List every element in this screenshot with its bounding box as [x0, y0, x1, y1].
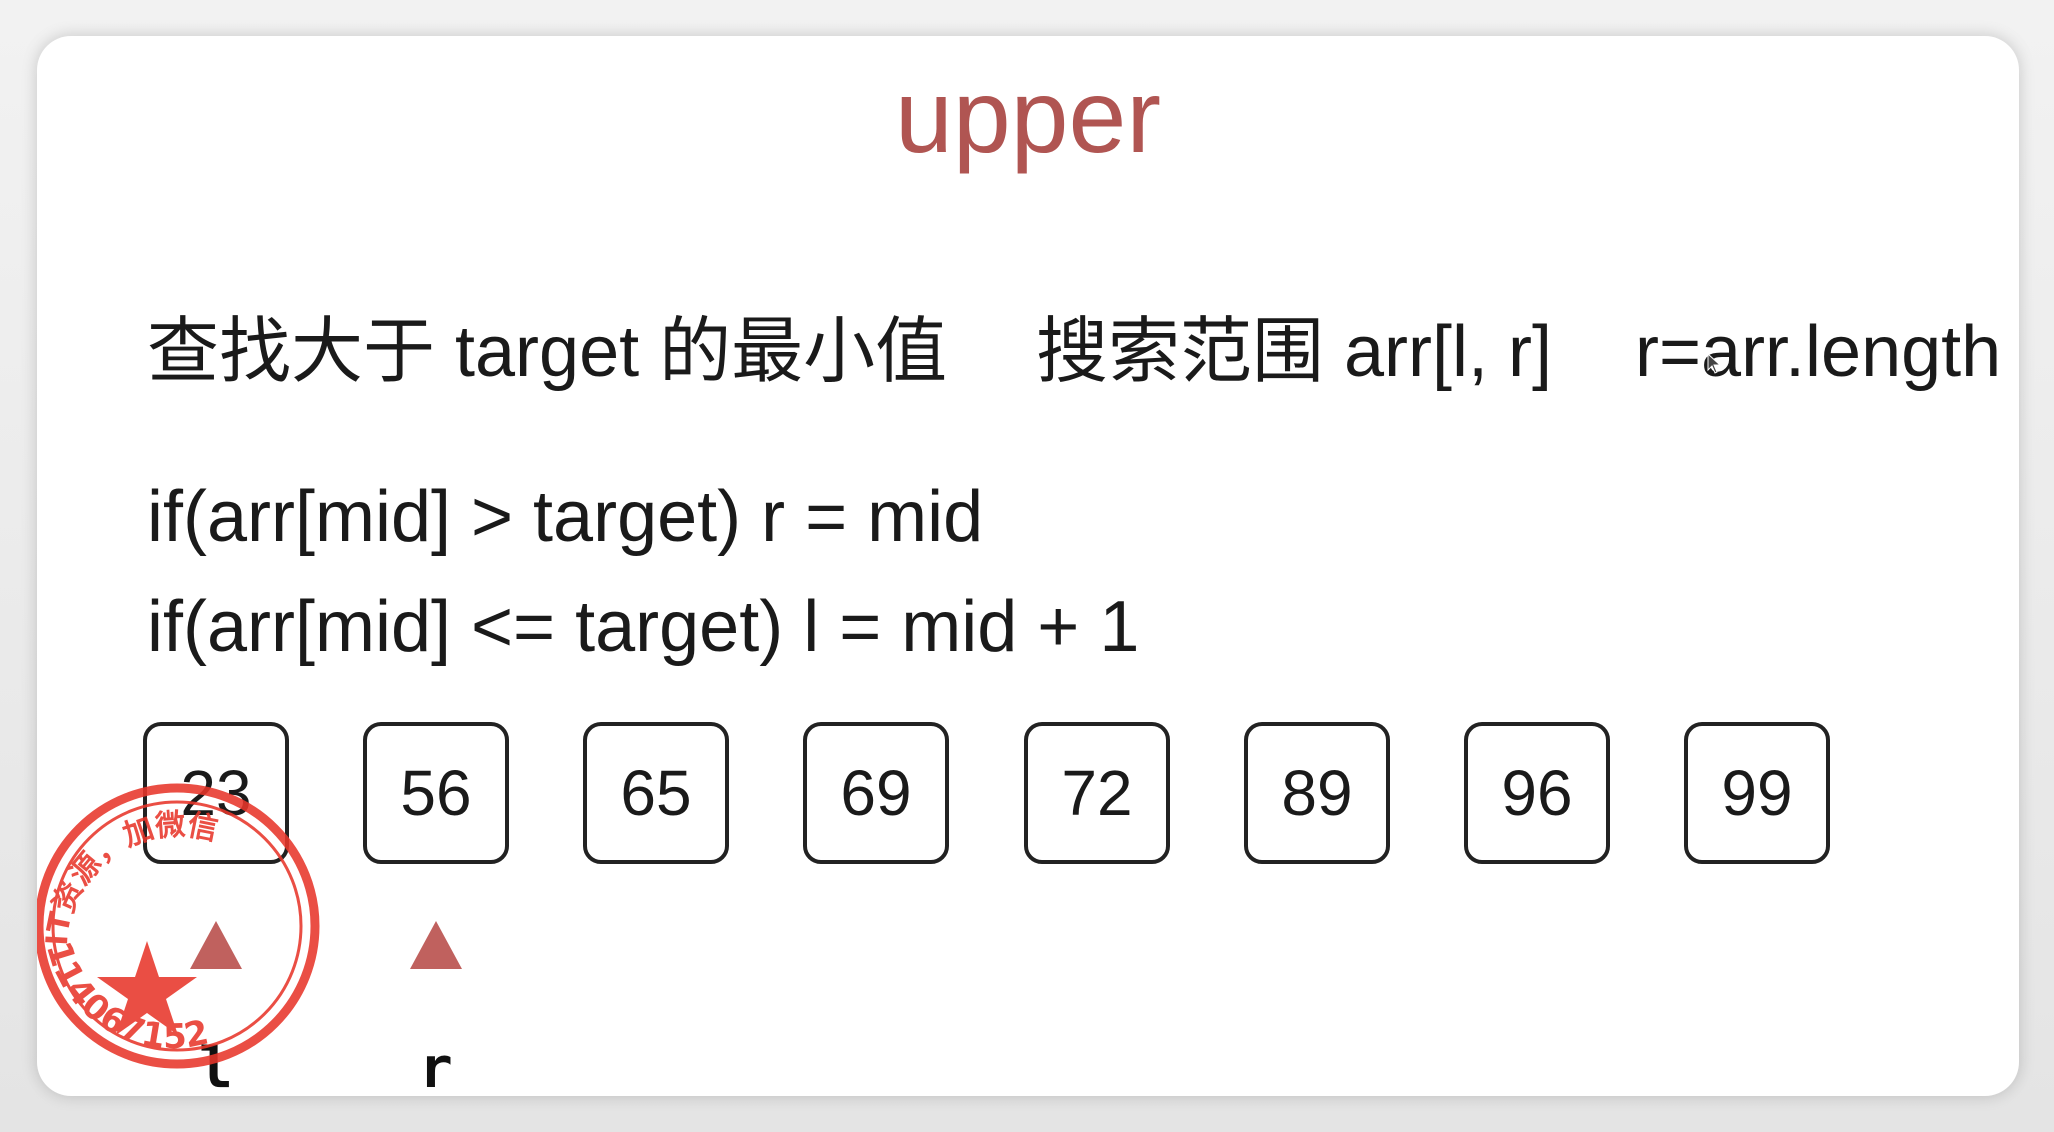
slide-canvas: upper 查找大于 target 的最小值 搜索范围 arr[l, r] r=… [37, 36, 2019, 1096]
array-cell: 69 [803, 722, 949, 864]
pointer-r-label: r [419, 1036, 453, 1096]
search-range: 搜索范围 arr[l, r] [1036, 312, 1552, 392]
array-cell: 56 [363, 722, 509, 864]
array-cell: 99 [1684, 722, 1830, 864]
code-line-less-equal: if(arr[mid] <= target) l = mid + 1 [147, 587, 1140, 667]
slide-title: upper [895, 59, 1161, 175]
svg-text:IT资源，加微信: IT资源，加微信 [40, 807, 221, 946]
right-bound-init: r=arr.length [1635, 312, 2002, 392]
watermark-stamp: IT资源，加微信 114067152 [37, 783, 320, 1069]
stamp-bottom-text: 114067152 [38, 937, 212, 1057]
stamp-top-text: IT资源，加微信 [40, 807, 221, 946]
array-cell: 89 [1244, 722, 1390, 864]
array-cell: 65 [583, 722, 729, 864]
array-cell: 72 [1024, 722, 1170, 864]
cursor-icon [1707, 353, 1722, 374]
pointer-r-triangle-icon [410, 921, 462, 969]
problem-statement: 查找大于 target 的最小值 [147, 312, 948, 392]
code-line-greater: if(arr[mid] > target) r = mid [147, 477, 984, 557]
svg-text:114067152: 114067152 [38, 937, 212, 1057]
array-cell: 96 [1464, 722, 1610, 864]
window-frame: upper 查找大于 target 的最小值 搜索范围 arr[l, r] r=… [0, 0, 2054, 1132]
